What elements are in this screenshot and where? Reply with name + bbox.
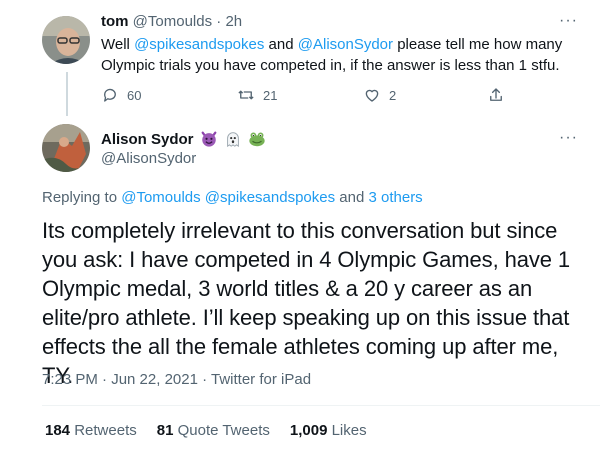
reply-button[interactable]: 60: [101, 86, 141, 104]
retweet-count: 21: [263, 87, 278, 103]
avatar[interactable]: [42, 16, 90, 64]
avatar[interactable]: [42, 124, 90, 172]
frog-icon: [248, 132, 265, 147]
divider: [42, 405, 600, 406]
tweet-timestamp[interactable]: 7:23 PM · Jun 22, 2021 ·: [42, 371, 211, 388]
more-options-icon[interactable]: ···: [559, 129, 578, 147]
replying-users-link[interactable]: @Tomoulds @spikesandspokes: [121, 189, 335, 206]
reply-count: 60: [127, 87, 142, 103]
mention-link[interactable]: @spikesandspokes: [134, 36, 264, 53]
replying-and: and: [335, 189, 369, 206]
tweet-source[interactable]: Twitter for iPad: [211, 371, 311, 388]
share-icon: [490, 88, 502, 101]
author-name[interactable]: Alison Sydor: [101, 131, 194, 148]
retweets-stat[interactable]: 184 Retweets: [45, 422, 137, 439]
text-part: and: [264, 36, 298, 53]
ghost-icon: [226, 132, 239, 148]
author-handle[interactable]: @AlisonSydor: [101, 150, 196, 167]
tweet-actions: 60 21 2: [101, 86, 521, 106]
mention-link[interactable]: @AlisonSydor: [298, 36, 393, 53]
quote-tweets-stat[interactable]: 81 Quote Tweets: [157, 422, 270, 439]
retweet-icon: [238, 90, 254, 100]
more-options-icon[interactable]: ···: [559, 12, 578, 30]
tweet-text: Well @spikesandspokes and @AlisonSydor p…: [101, 34, 571, 76]
replying-others-link[interactable]: 3 others: [368, 189, 422, 206]
tweet-header: tom @Tomoulds · 2h: [101, 13, 242, 30]
likes-stat[interactable]: 1,009 Likes: [290, 422, 367, 439]
tweet-meta: 7:23 PM · Jun 22, 2021 · Twitter for iPa…: [42, 371, 311, 388]
tweet-time[interactable]: 2h: [225, 13, 242, 30]
retweets-label: Retweets: [74, 422, 137, 439]
like-count: 2: [389, 87, 397, 103]
replying-prefix: Replying to: [42, 189, 122, 206]
tweet-stats: 184 Retweets 81 Quote Tweets 1,009 Likes: [45, 422, 367, 439]
separator-dot: ·: [216, 13, 222, 30]
smiling-devil-icon: [201, 131, 216, 147]
text-part: Well: [101, 36, 135, 53]
thread-line: [66, 72, 68, 116]
replying-to: Replying to @Tomoulds @spikesandspokes a…: [42, 189, 423, 206]
author-name[interactable]: tom: [101, 13, 129, 30]
author-row: Alison Sydor: [101, 130, 266, 148]
tweet-text: Its completely irrelevant to this conver…: [42, 218, 571, 388]
like-button[interactable]: 2: [363, 86, 396, 104]
reply-icon: [104, 88, 116, 102]
author-handle[interactable]: @Tomoulds: [133, 13, 212, 30]
heart-icon: [365, 89, 379, 102]
share-button[interactable]: [487, 86, 505, 104]
retweet-button[interactable]: 21: [237, 86, 277, 104]
quote-tweets-label: Quote Tweets: [177, 422, 270, 439]
quote-tweets-count: 81: [156, 422, 174, 439]
likes-count: 1,009: [289, 422, 328, 439]
likes-label: Likes: [331, 422, 367, 439]
retweets-count: 184: [45, 422, 71, 439]
